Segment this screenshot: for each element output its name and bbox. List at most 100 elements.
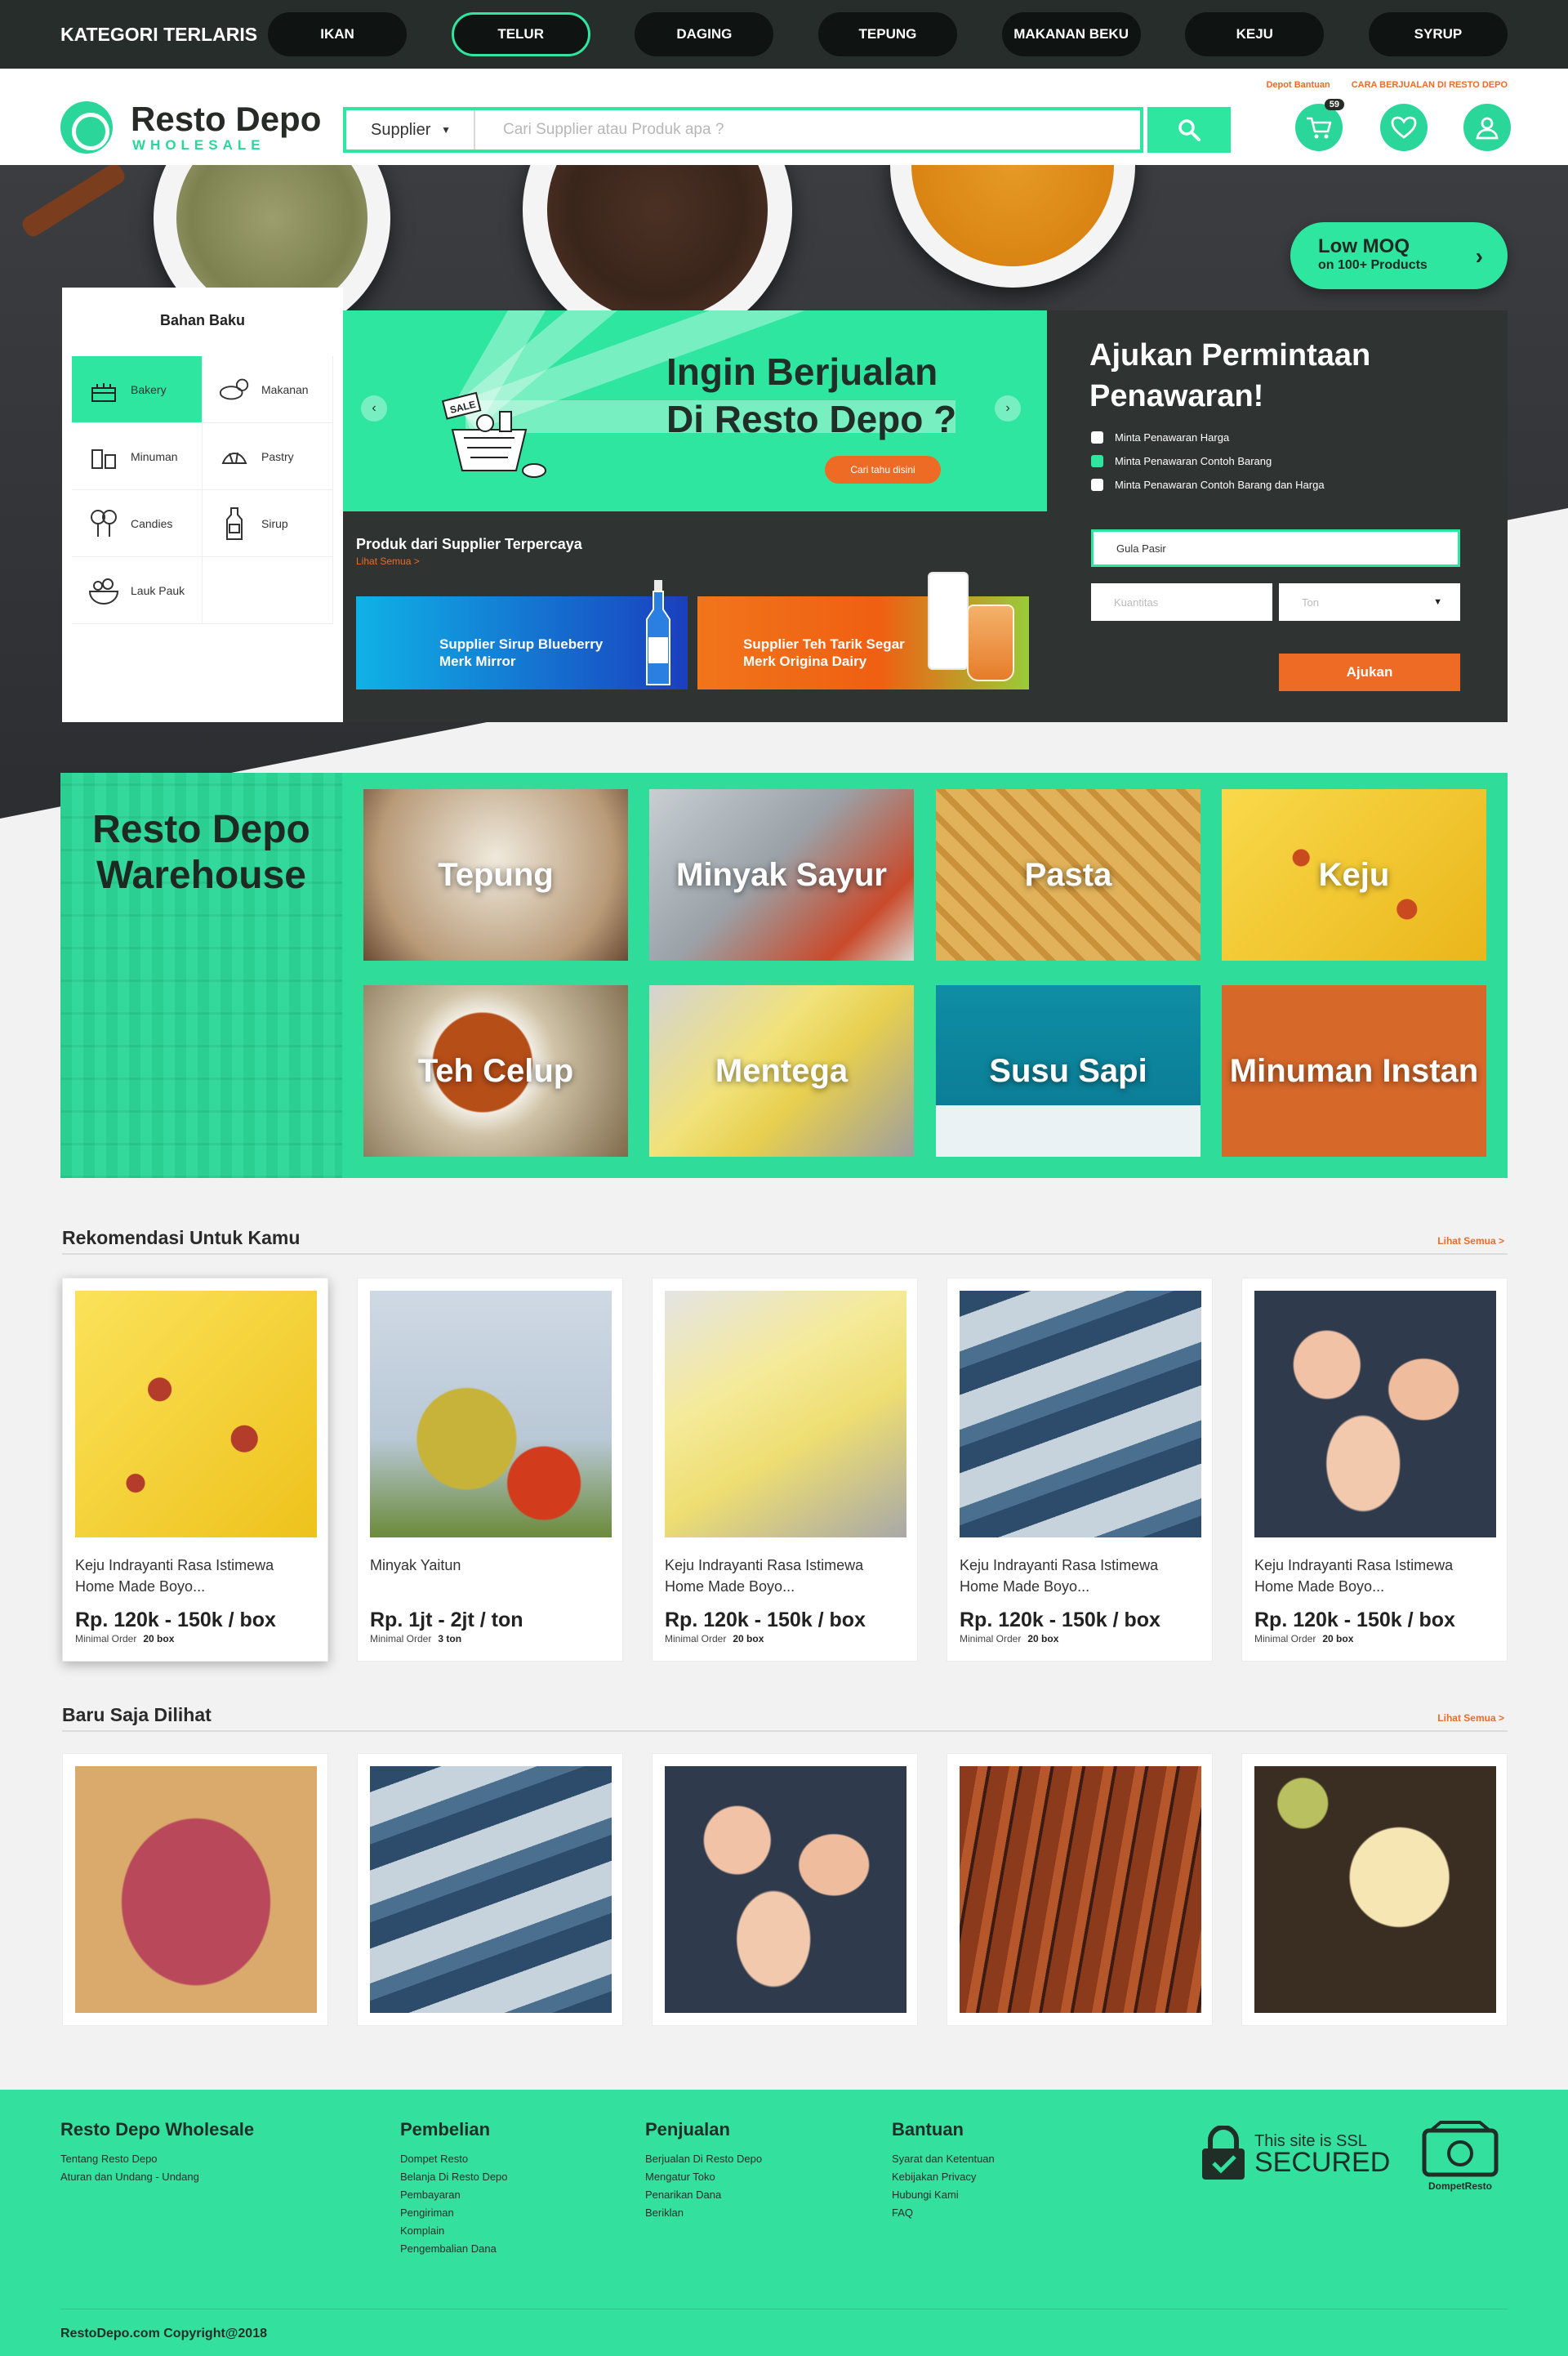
chevron-down-icon: ▼ bbox=[1433, 597, 1442, 607]
quote-option-price[interactable]: Minta Penawaran Harga bbox=[1091, 431, 1229, 444]
material-item-minuman[interactable]: Minuman bbox=[72, 423, 203, 490]
footer-col-title: Penjualan bbox=[645, 2119, 730, 2140]
recent-product-card[interactable] bbox=[1241, 1753, 1508, 2026]
low-moq-button[interactable]: Low MOQ on 100+ Products › bbox=[1290, 222, 1508, 289]
product-card[interactable]: Keju Indrayanti Rasa Istimewa Home Made B… bbox=[947, 1278, 1213, 1662]
unit-select[interactable]: Ton ▼ bbox=[1279, 583, 1460, 621]
wishlist-button[interactable] bbox=[1380, 104, 1428, 151]
product-card[interactable]: Keju Indrayanti Rasa Istimewa Home Made B… bbox=[1241, 1278, 1508, 1662]
footer-col-about: Resto Depo Wholesale Tentang Resto Depo … bbox=[60, 2119, 254, 2186]
recent-product-card[interactable] bbox=[62, 1753, 328, 2026]
footer-link[interactable]: Penarikan Dana bbox=[645, 2186, 762, 2204]
material-item-bakery[interactable]: Bakery bbox=[72, 356, 203, 423]
product-name-field[interactable]: Gula Pasir bbox=[1091, 529, 1460, 567]
product-price: Rp. 120k - 150k / box bbox=[1254, 1609, 1455, 1631]
product-card[interactable]: Keju Indrayanti Rasa Istimewa Home Made B… bbox=[652, 1278, 918, 1662]
warehouse-title-line1: Resto Depo bbox=[92, 808, 310, 851]
checkbox[interactable] bbox=[1091, 479, 1103, 491]
material-label: Minuman bbox=[131, 449, 178, 463]
product-card[interactable]: Minyak Yaitun Rp. 1jt - 2jt / ton Minima… bbox=[357, 1278, 623, 1662]
quote-option-sample-price[interactable]: Minta Penawaran Contoh Barang dan Harga bbox=[1091, 479, 1325, 491]
warehouse-tile-tepung[interactable]: Tepung bbox=[363, 789, 628, 961]
find-out-button[interactable]: Cari tahu disini bbox=[825, 456, 941, 484]
submit-quotation-button[interactable]: Ajukan bbox=[1279, 654, 1460, 691]
checkbox[interactable] bbox=[1091, 431, 1103, 444]
category-pill-tepung[interactable]: TEPUNG bbox=[817, 12, 957, 56]
sale-basket-illustration: SALE bbox=[441, 391, 546, 478]
warehouse-tile-minuman-instan[interactable]: Minuman Instan bbox=[1222, 985, 1486, 1157]
material-item-sirup[interactable]: Sirup bbox=[203, 490, 333, 557]
warehouse-tile-pasta[interactable]: Pasta bbox=[936, 789, 1200, 961]
quantity-field[interactable]: Kuantitas bbox=[1091, 583, 1272, 621]
dompet-resto-logo[interactable]: DompetResto bbox=[1419, 2121, 1501, 2192]
footer-link[interactable]: Komplain bbox=[400, 2222, 508, 2240]
category-pill-makanan-beku[interactable]: MAKANAN BEKU bbox=[1001, 12, 1141, 56]
recent-product-card[interactable] bbox=[652, 1753, 918, 2026]
iced-tea-glass-image bbox=[967, 605, 1014, 681]
footer-link[interactable]: Dompet Resto bbox=[400, 2150, 508, 2168]
ssl-line2: SECURED bbox=[1254, 2147, 1391, 2178]
search-input[interactable] bbox=[475, 110, 1140, 149]
product-min-order: Minimal Order 20 box bbox=[1254, 1633, 1354, 1644]
footer-link[interactable]: Tentang Resto Depo bbox=[60, 2150, 254, 2168]
category-pill-syrup[interactable]: SYRUP bbox=[1368, 12, 1508, 56]
product-card[interactable]: Keju Indrayanti Rasa Istimewa Home Made B… bbox=[62, 1278, 328, 1662]
help-link[interactable]: Depot Bantuan bbox=[1266, 80, 1330, 90]
recent-product-card[interactable] bbox=[357, 1753, 623, 2026]
footer-col-title: Bantuan bbox=[892, 2119, 964, 2140]
warehouse-tile-susu-sapi[interactable]: Susu Sapi bbox=[936, 985, 1200, 1157]
category-pill-telur[interactable]: TELUR bbox=[451, 12, 590, 56]
how-to-sell-link[interactable]: CARA BERJUALAN DI RESTO DEPO bbox=[1352, 80, 1508, 90]
recently-viewed-see-all-link[interactable]: Lihat Semua > bbox=[1437, 1712, 1504, 1724]
site-footer: Resto Depo Wholesale Tentang Resto Depo … bbox=[0, 2090, 1568, 2356]
category-pill-ikan[interactable]: IKAN bbox=[268, 12, 407, 56]
account-button[interactable] bbox=[1463, 104, 1511, 151]
trusted-see-all-link[interactable]: Lihat Semua > bbox=[356, 556, 420, 567]
category-pill-daging[interactable]: DAGING bbox=[635, 12, 774, 56]
footer-link[interactable]: Mengatur Toko bbox=[645, 2168, 762, 2186]
checkbox-checked[interactable] bbox=[1091, 455, 1103, 467]
product-name: Keju Indrayanti Rasa Istimewa Home Made B… bbox=[1254, 1557, 1454, 1595]
footer-link[interactable]: Pembayaran bbox=[400, 2186, 508, 2204]
recommend-see-all-link[interactable]: Lihat Semua > bbox=[1437, 1235, 1504, 1247]
material-item-pastry[interactable]: Pastry bbox=[203, 423, 333, 490]
footer-link[interactable]: Pengembalian Dana bbox=[400, 2240, 508, 2258]
slider-prev-button[interactable]: ‹ bbox=[361, 395, 387, 422]
supplier-banner-teh-tarik[interactable]: Supplier Teh Tarik Segar Merk Origina Da… bbox=[697, 572, 1029, 689]
cart-button[interactable]: 59 bbox=[1295, 99, 1344, 151]
footer-link[interactable]: Syarat dan Ketentuan bbox=[892, 2150, 995, 2168]
product-name: Minyak Yaitun bbox=[370, 1557, 461, 1573]
recent-product-card[interactable] bbox=[947, 1753, 1213, 2026]
supplier-banner-blueberry[interactable]: Supplier Sirup Blueberry Merk Mirror bbox=[356, 580, 688, 689]
quote-option-sample[interactable]: Minta Penawaran Contoh Barang bbox=[1091, 455, 1272, 467]
footer-link[interactable]: Belanja Di Resto Depo bbox=[400, 2168, 508, 2186]
quote-option-label: Minta Penawaran Harga bbox=[1115, 431, 1230, 444]
search-type-select[interactable]: Supplier ▼ bbox=[346, 110, 475, 149]
search-type-value: Supplier bbox=[371, 120, 431, 139]
material-item-candies[interactable]: Candies bbox=[72, 490, 203, 557]
warehouse-tile-minyak-sayur[interactable]: Minyak Sayur bbox=[649, 789, 914, 961]
warehouse-tile-mentega[interactable]: Mentega bbox=[649, 985, 914, 1157]
footer-col-title: Resto Depo Wholesale bbox=[60, 2119, 255, 2140]
warehouse-tile-keju[interactable]: Keju bbox=[1222, 789, 1486, 961]
material-label: Pastry bbox=[261, 449, 294, 463]
footer-link[interactable]: Berjualan Di Resto Depo bbox=[645, 2150, 762, 2168]
cart-count-badge: 59 bbox=[1324, 99, 1344, 110]
slider-next-button[interactable]: › bbox=[995, 395, 1021, 422]
trusted-suppliers: Produk dari Supplier Terpercaya Lihat Se… bbox=[343, 511, 1047, 722]
footer-link[interactable]: Beriklan bbox=[645, 2204, 762, 2222]
product-min-order: Minimal Order 20 box bbox=[960, 1633, 1059, 1644]
footer-link[interactable]: FAQ bbox=[892, 2204, 995, 2222]
footer-link[interactable]: Kebijakan Privacy bbox=[892, 2168, 995, 2186]
material-item-lauk-pauk[interactable]: Lauk Pauk bbox=[72, 557, 203, 624]
category-pill-keju[interactable]: KEJU bbox=[1185, 12, 1325, 56]
search-button[interactable] bbox=[1147, 107, 1231, 153]
footer-link[interactable]: Hubungi Kami bbox=[892, 2186, 995, 2204]
footer-link[interactable]: Aturan dan Undang - Undang bbox=[60, 2168, 254, 2186]
logo[interactable]: Resto Depo WHOLESALE bbox=[60, 101, 321, 154]
material-item-makanan[interactable]: Makanan bbox=[203, 356, 333, 423]
drink-icon bbox=[87, 440, 121, 473]
quote-option-label: Minta Penawaran Contoh Barang dan Harga bbox=[1115, 479, 1325, 491]
footer-link[interactable]: Pengiriman bbox=[400, 2204, 508, 2222]
warehouse-tile-teh-celup[interactable]: Teh Celup bbox=[363, 985, 628, 1157]
